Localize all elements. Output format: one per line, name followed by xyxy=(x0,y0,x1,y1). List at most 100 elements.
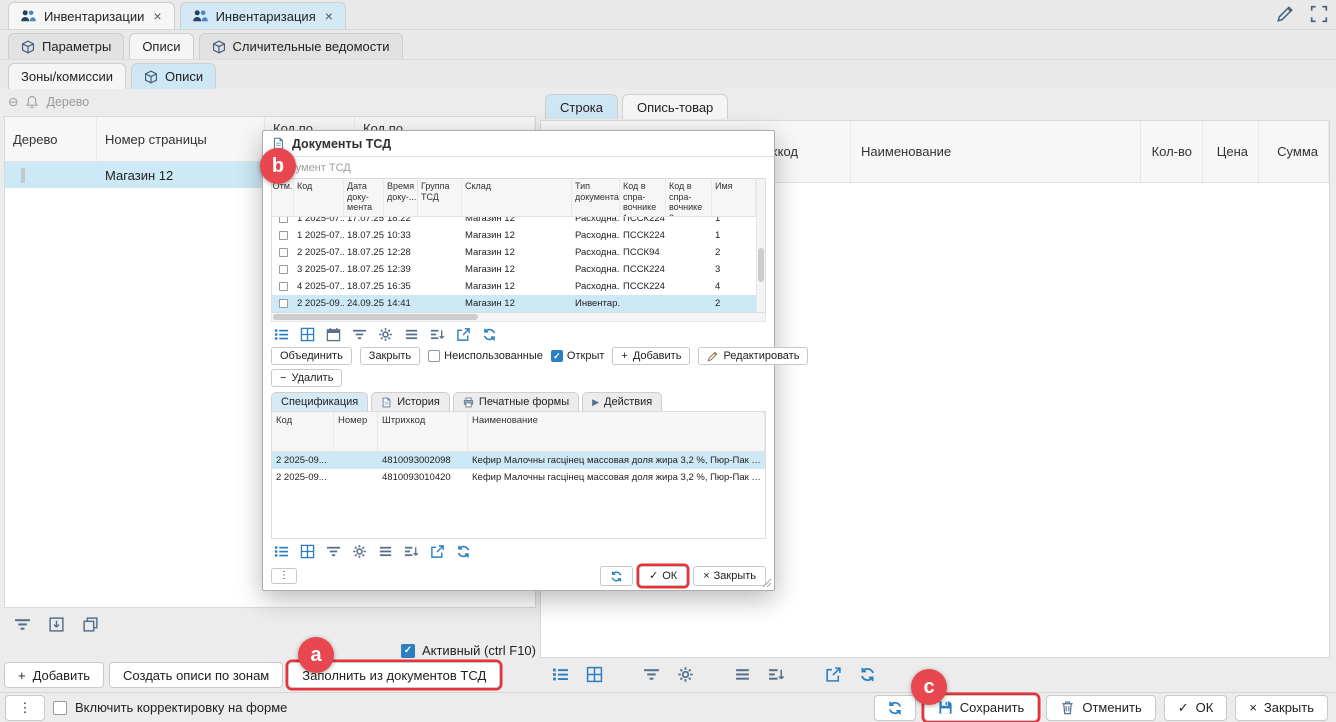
filter-icon[interactable] xyxy=(352,327,367,342)
column-header-code[interactable]: Код xyxy=(294,179,344,216)
column-header-tsd-group[interactable]: Группа ТСД xyxy=(418,179,462,216)
unused-checkbox[interactable] xyxy=(428,350,440,362)
column-header-page-number[interactable]: Номер страницы xyxy=(97,117,265,161)
column-header-price[interactable]: Цена xyxy=(1203,121,1259,182)
column-header-ref2[interactable]: Код в спра-вочнике 2 xyxy=(666,179,712,216)
tab-stroka[interactable]: Строка xyxy=(545,94,618,119)
row-checkbox[interactable] xyxy=(279,299,288,308)
kebab-menu-button[interactable]: ⋮ xyxy=(5,695,45,721)
table-row[interactable]: 1 2025-07... 18.07.25 10:33 Магазин 12 Р… xyxy=(272,227,756,244)
list-icon[interactable] xyxy=(378,544,393,559)
refresh-icon[interactable] xyxy=(482,327,497,342)
grid-icon[interactable] xyxy=(300,544,315,559)
delete-doc-button[interactable]: − Удалить xyxy=(271,369,342,387)
tab-parameters[interactable]: Параметры xyxy=(8,33,124,59)
tab-opisi-level1[interactable]: Описи xyxy=(129,33,193,59)
tab-comparison-sheets[interactable]: Сличительные ведомости xyxy=(199,33,403,59)
calendar-icon[interactable] xyxy=(326,327,341,342)
close-doc-button[interactable]: Закрыть xyxy=(360,347,420,365)
column-header-doc-type[interactable]: Тип документа xyxy=(572,179,620,216)
numbered-list-icon[interactable] xyxy=(274,327,289,342)
open-checkbox[interactable]: ✓ xyxy=(551,350,563,362)
external-link-icon[interactable] xyxy=(456,327,471,342)
row-checkbox[interactable] xyxy=(279,217,288,223)
column-header-date[interactable]: Дата доку-мента xyxy=(344,179,384,216)
list-icon[interactable] xyxy=(734,666,751,683)
copy-icon[interactable] xyxy=(82,616,99,633)
dialog-ok-button[interactable]: ✓ ОК xyxy=(639,566,687,586)
row-checkbox[interactable] xyxy=(279,265,288,274)
filter-icon[interactable] xyxy=(643,666,660,683)
resize-grip[interactable] xyxy=(762,578,772,588)
column-header-name[interactable]: Наименование xyxy=(468,412,765,451)
vertical-scrollbar[interactable] xyxy=(756,179,765,312)
adjust-checkbox[interactable] xyxy=(53,701,67,715)
table-row-selected[interactable]: 2 2025-09... 24.09.25 14:41 Магазин 12 И… xyxy=(272,295,756,312)
external-link-icon[interactable] xyxy=(430,544,445,559)
window-tab-inventories[interactable]: Инвентаризации × xyxy=(8,2,175,29)
ok-button[interactable]: ✓ ОК xyxy=(1164,695,1228,721)
column-header-mark[interactable]: Отм. xyxy=(272,179,294,216)
column-header-nomer[interactable]: Номер xyxy=(334,412,378,451)
external-link-icon[interactable] xyxy=(825,666,842,683)
tab-opis-tovar[interactable]: Опись-товар xyxy=(622,94,728,119)
tab-actions[interactable]: ▶ Действия xyxy=(582,392,662,411)
column-header-ref1[interactable]: Код в спра-вочнике 1 xyxy=(620,179,666,216)
column-header-tree[interactable]: Дерево xyxy=(5,117,97,161)
grid-icon[interactable] xyxy=(586,666,603,683)
gear-icon[interactable] xyxy=(378,327,393,342)
sort-list-icon[interactable] xyxy=(430,327,445,342)
filter-icon[interactable] xyxy=(14,616,31,633)
tab-zones-commissions[interactable]: Зоны/комиссии xyxy=(8,63,126,89)
fullscreen-icon[interactable] xyxy=(1310,5,1328,23)
gear-icon[interactable] xyxy=(677,666,694,683)
scrollbar-thumb[interactable] xyxy=(758,248,764,282)
refresh-icon[interactable] xyxy=(859,666,876,683)
edit-doc-button[interactable]: Редактировать xyxy=(698,347,808,365)
refresh-button[interactable] xyxy=(874,695,916,721)
horizontal-scrollbar[interactable] xyxy=(271,313,766,322)
merge-button[interactable]: Объединить xyxy=(271,347,352,365)
column-header-warehouse[interactable]: Склад xyxy=(462,179,572,216)
row-checkbox[interactable] xyxy=(279,282,288,291)
add-doc-button[interactable]: + Добавить xyxy=(612,347,690,365)
spec-row[interactable]: 2 2025-09... 4810093010420 Кефир Малочны… xyxy=(272,469,765,486)
column-header-name[interactable]: Наименование xyxy=(851,121,1141,182)
close-icon[interactable]: × xyxy=(152,9,162,23)
sort-list-icon[interactable] xyxy=(768,666,785,683)
box-arrow-icon[interactable] xyxy=(48,616,65,633)
list-icon[interactable] xyxy=(404,327,419,342)
dialog-close-button[interactable]: × Закрыть xyxy=(693,566,766,586)
column-header-sum[interactable]: Сумма xyxy=(1259,121,1329,182)
close-button[interactable]: × Закрыть xyxy=(1235,695,1328,721)
table-row[interactable]: 1 2025-07... 17.07.25 18:22 Магазин 12 Р… xyxy=(272,217,756,227)
gear-icon[interactable] xyxy=(352,544,367,559)
create-zones-button[interactable]: Создать описи по зонам xyxy=(109,662,283,688)
table-row[interactable]: 2 2025-07... 18.07.25 12:28 Магазин 12 Р… xyxy=(272,244,756,261)
refresh-icon[interactable] xyxy=(456,544,471,559)
numbered-list-icon[interactable] xyxy=(552,666,569,683)
kebab-menu-button[interactable]: ⋮ xyxy=(271,568,297,584)
active-checkbox[interactable]: ✓ xyxy=(401,644,415,658)
add-button[interactable]: + Добавить xyxy=(4,662,104,688)
row-checkbox[interactable] xyxy=(279,248,288,257)
column-header-qty[interactable]: Кол-во xyxy=(1141,121,1203,182)
cancel-button[interactable]: Отменить xyxy=(1046,695,1155,721)
dialog-title-bar[interactable]: Документы ТСД xyxy=(263,131,774,157)
tab-opisi-level2[interactable]: Описи xyxy=(131,63,216,89)
table-row[interactable]: 3 2025-07... 18.07.25 12:39 Магазин 12 Р… xyxy=(272,261,756,278)
close-icon[interactable]: × xyxy=(324,9,334,23)
sort-list-icon[interactable] xyxy=(404,544,419,559)
numbered-list-icon[interactable] xyxy=(274,544,289,559)
refresh-button[interactable] xyxy=(600,566,633,586)
spec-row-selected[interactable]: 2 2025-09... 4810093002098 Кефир Малочны… xyxy=(272,452,765,469)
table-row[interactable]: 4 2025-07... 18.07.25 16:35 Магазин 12 Р… xyxy=(272,278,756,295)
tab-history[interactable]: История xyxy=(371,392,450,411)
filter-icon[interactable] xyxy=(326,544,341,559)
grid-icon[interactable] xyxy=(300,327,315,342)
collapse-icon[interactable]: ⊖ xyxy=(8,96,18,109)
tab-print-forms[interactable]: Печатные формы xyxy=(453,392,579,411)
row-checkbox[interactable] xyxy=(279,231,288,240)
edit-icon[interactable] xyxy=(1276,5,1294,23)
tab-specification[interactable]: Спецификация xyxy=(271,392,368,411)
